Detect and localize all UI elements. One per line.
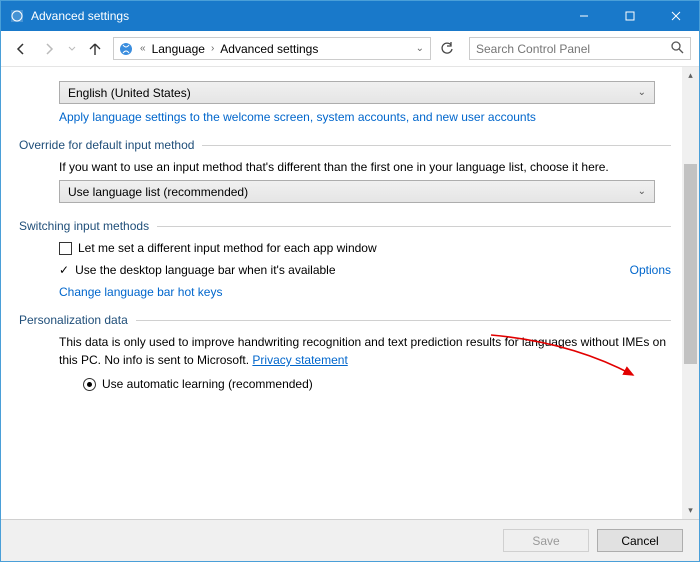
checkbox-unchecked[interactable] xyxy=(59,242,72,255)
override-description: If you want to use an input method that'… xyxy=(59,158,671,176)
window-title: Advanced settings xyxy=(31,9,129,23)
per-app-input-checkbox-row[interactable]: Let me set a different input method for … xyxy=(59,241,671,255)
forward-button[interactable] xyxy=(37,37,61,61)
chevron-down-icon: ⌄ xyxy=(638,186,646,197)
checkbox-label: Use the desktop language bar when it's a… xyxy=(75,263,335,277)
section-switching-header: Switching input methods xyxy=(19,219,671,233)
scrollbar[interactable]: ▴ ▾ xyxy=(682,67,699,519)
personalization-description: This data is only used to improve handwr… xyxy=(59,333,671,369)
search-icon xyxy=(670,40,684,57)
app-icon xyxy=(9,8,25,24)
checkbox-checked[interactable]: ✓ xyxy=(59,263,69,277)
up-button[interactable] xyxy=(83,37,107,61)
dropdown-value: English (United States) xyxy=(68,86,191,100)
section-personalization-header: Personalization data xyxy=(19,313,671,327)
hotkeys-link[interactable]: Change language bar hot keys xyxy=(59,285,222,299)
checkbox-label: Let me set a different input method for … xyxy=(78,241,377,255)
section-title: Personalization data xyxy=(19,313,128,327)
breadcrumb-item-language[interactable]: Language xyxy=(152,42,205,56)
radio-label: Use automatic learning (recommended) xyxy=(102,377,313,391)
section-title: Override for default input method xyxy=(19,138,194,152)
save-button[interactable]: Save xyxy=(503,529,589,552)
titlebar: Advanced settings xyxy=(1,1,699,31)
close-button[interactable] xyxy=(653,1,699,31)
desktop-language-bar-checkbox-row[interactable]: ✓ Use the desktop language bar when it's… xyxy=(59,263,336,277)
scroll-thumb[interactable] xyxy=(684,164,697,364)
control-panel-icon xyxy=(118,41,134,57)
minimize-button[interactable] xyxy=(561,1,607,31)
section-override-header: Override for default input method xyxy=(19,138,671,152)
desc-text: This data is only used to improve handwr… xyxy=(59,335,666,367)
breadcrumb-item-advanced[interactable]: Advanced settings xyxy=(220,42,318,56)
input-method-dropdown[interactable]: Use language list (recommended) ⌄ xyxy=(59,180,655,203)
automatic-learning-radio-row[interactable]: Use automatic learning (recommended) xyxy=(83,377,671,391)
scroll-channel[interactable] xyxy=(682,84,699,502)
search-input[interactable] xyxy=(476,42,670,56)
options-link[interactable]: Options xyxy=(630,263,671,277)
chevron-right-icon: › xyxy=(209,43,216,54)
apply-settings-link[interactable]: Apply language settings to the welcome s… xyxy=(59,110,536,124)
recent-dropdown-button[interactable] xyxy=(65,37,79,61)
footer: Save Cancel xyxy=(1,519,699,561)
chevron-down-icon: ⌄ xyxy=(638,87,646,98)
dropdown-value: Use language list (recommended) xyxy=(68,185,248,199)
maximize-button[interactable] xyxy=(607,1,653,31)
divider xyxy=(157,226,671,227)
radio-selected[interactable] xyxy=(83,378,96,391)
scroll-up-button[interactable]: ▴ xyxy=(682,67,699,84)
refresh-button[interactable] xyxy=(435,37,459,60)
divider xyxy=(202,145,671,146)
section-title: Switching input methods xyxy=(19,219,149,233)
chevron-icon: « xyxy=(138,43,148,54)
cancel-button[interactable]: Cancel xyxy=(597,529,683,552)
back-button[interactable] xyxy=(9,37,33,61)
chevron-down-icon[interactable]: ⌄ xyxy=(414,43,426,54)
scroll-down-button[interactable]: ▾ xyxy=(682,502,699,519)
content-area: English (United States) ⌄ Apply language… xyxy=(1,67,699,519)
privacy-statement-link[interactable]: Privacy statement xyxy=(252,353,347,367)
navbar: « Language › Advanced settings ⌄ xyxy=(1,31,699,67)
content-fade xyxy=(1,505,682,519)
breadcrumb[interactable]: « Language › Advanced settings ⌄ xyxy=(113,37,431,60)
display-language-dropdown[interactable]: English (United States) ⌄ xyxy=(59,81,655,104)
search-box[interactable] xyxy=(469,37,691,60)
divider xyxy=(136,320,671,321)
